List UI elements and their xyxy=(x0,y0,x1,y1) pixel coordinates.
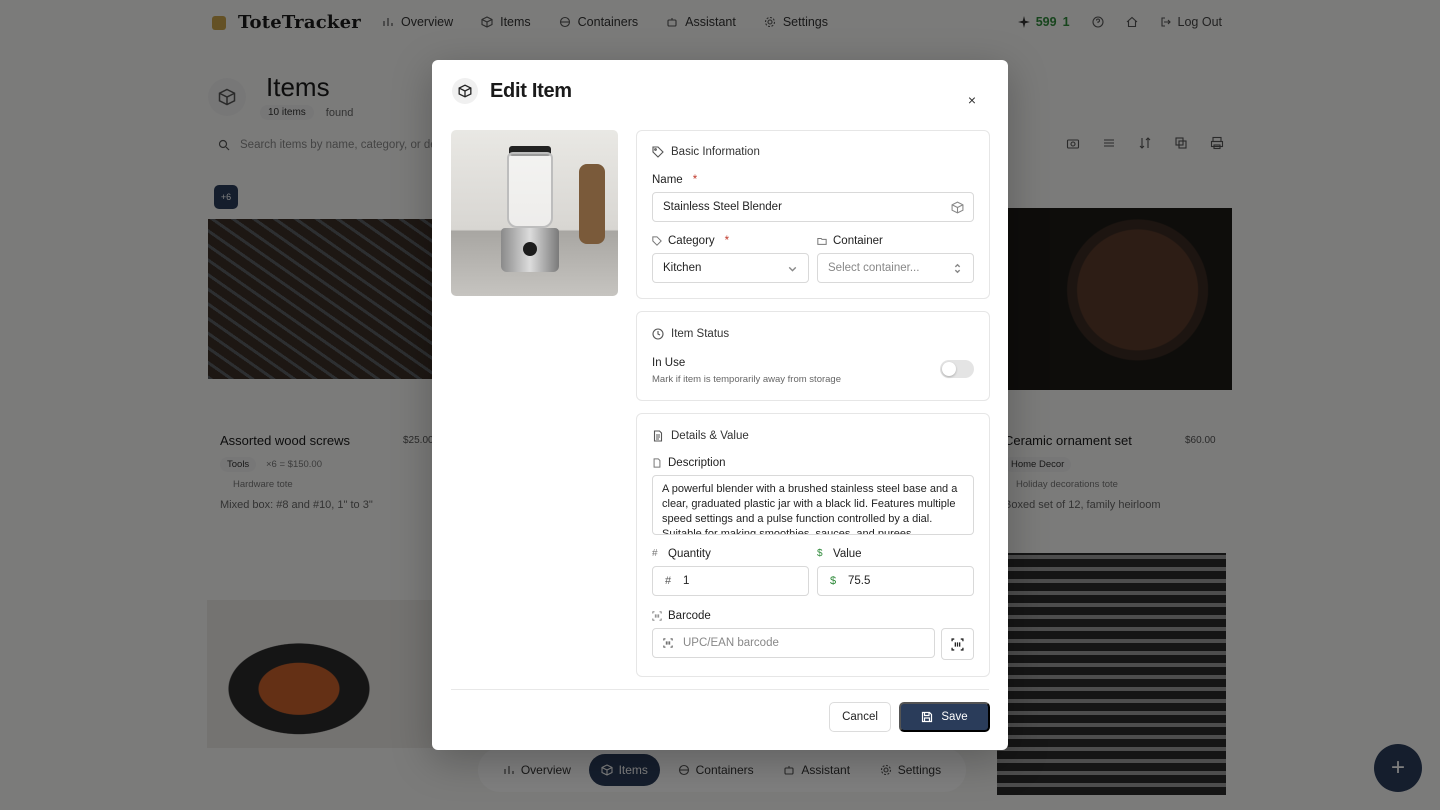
footer-divider xyxy=(451,689,989,690)
clock-icon xyxy=(652,328,664,340)
document-icon xyxy=(652,430,664,442)
chevron-down-icon xyxy=(786,262,799,275)
dialog-title: Edit Item xyxy=(490,79,572,102)
required-marker: * xyxy=(724,235,730,247)
quantity-label-text: Quantity xyxy=(668,548,711,560)
value-value: 75.5 xyxy=(848,575,871,587)
cancel-button[interactable]: Cancel xyxy=(829,702,891,732)
quantity-field[interactable]: # 1 xyxy=(652,566,809,596)
barcode-field[interactable]: UPC/EAN barcode xyxy=(652,628,935,658)
category-label: Category * xyxy=(652,235,729,247)
dialog-header: Edit Item xyxy=(452,78,572,104)
blender-jar-shape xyxy=(507,152,553,228)
in-use-toggle[interactable] xyxy=(940,360,974,378)
blender-dial-shape xyxy=(523,242,537,256)
barcode-label-text: Barcode xyxy=(668,610,711,622)
category-select[interactable]: Kitchen xyxy=(652,253,809,283)
details-value-section: Details & Value Description A powerful b… xyxy=(636,413,990,677)
description-label: Description xyxy=(652,457,726,469)
section-title: Details & Value xyxy=(652,430,749,442)
box-icon xyxy=(458,84,472,98)
name-value: Stainless Steel Blender xyxy=(663,201,782,213)
name-label: Name * xyxy=(652,174,697,186)
item-photo[interactable] xyxy=(451,130,618,296)
barcode-label: Barcode xyxy=(652,610,711,622)
box-icon xyxy=(951,201,964,214)
edit-item-dialog: Edit Item × Basic Information Name * Stai… xyxy=(432,60,1008,750)
value-label-text: Value xyxy=(833,548,862,560)
tag-icon xyxy=(652,236,662,246)
chevron-updown-icon xyxy=(951,262,964,275)
name-field[interactable]: Stainless Steel Blender xyxy=(652,192,974,222)
toggle-knob xyxy=(942,362,956,376)
section-title: Basic Information xyxy=(652,146,760,158)
hash-icon: # xyxy=(664,575,672,587)
quantity-value: 1 xyxy=(683,575,690,587)
folder-icon xyxy=(817,236,827,246)
category-value: Kitchen xyxy=(663,262,702,274)
dialog-header-icon xyxy=(452,78,478,104)
description-label-text: Description xyxy=(668,457,726,469)
save-label: Save xyxy=(941,711,968,723)
dollar-icon: $ xyxy=(817,548,823,559)
scan-icon xyxy=(951,637,964,651)
container-label-text: Container xyxy=(833,235,883,247)
container-placeholder: Select container... xyxy=(828,262,920,274)
quantity-label: # Quantity xyxy=(652,548,711,560)
in-use-label: In Use xyxy=(652,357,686,369)
barcode-icon xyxy=(663,638,673,648)
basic-info-section: Basic Information Name * Stainless Steel … xyxy=(636,130,990,299)
in-use-hint: Mark if item is temporarily away from st… xyxy=(652,374,841,385)
section-title-text: Basic Information xyxy=(671,146,760,158)
barcode-placeholder: UPC/EAN barcode xyxy=(683,637,779,649)
hash-icon: # xyxy=(652,548,658,559)
value-label: $ Value xyxy=(817,548,862,560)
scan-barcode-button[interactable] xyxy=(941,628,974,660)
section-title-text: Details & Value xyxy=(671,430,749,442)
name-label-text: Name xyxy=(652,174,683,186)
container-select[interactable]: Select container... xyxy=(817,253,974,283)
section-title-text: Item Status xyxy=(671,328,730,340)
item-status-section: Item Status In Use Mark if item is tempo… xyxy=(636,311,990,401)
dollar-icon: $ xyxy=(829,575,837,587)
save-button[interactable]: Save xyxy=(899,702,990,732)
container-label: Container xyxy=(817,235,883,247)
section-title: Item Status xyxy=(652,328,729,340)
category-label-text: Category xyxy=(668,235,715,247)
required-marker: * xyxy=(692,174,698,186)
barcode-icon xyxy=(652,611,662,621)
save-icon xyxy=(921,711,933,723)
cutting-board-shape xyxy=(579,164,605,244)
document-icon xyxy=(652,458,662,468)
close-icon[interactable]: × xyxy=(964,92,980,108)
description-textarea[interactable]: A powerful blender with a brushed stainl… xyxy=(652,475,974,535)
tag-icon xyxy=(652,146,664,158)
value-field[interactable]: $ 75.5 xyxy=(817,566,974,596)
